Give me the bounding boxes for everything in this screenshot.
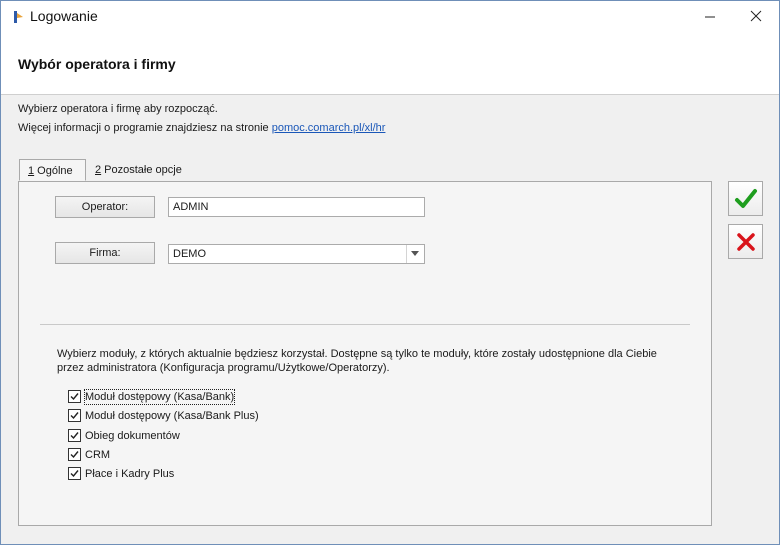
tab-general-label: Ogólne (34, 165, 73, 177)
info-help-prefix: Więcej informacji o programie znajdziesz… (18, 122, 272, 134)
module-label: Płace i Kadry Plus (85, 468, 175, 480)
module-label: Moduł dostępowy (Kasa/Bank) (83, 389, 236, 405)
login-window: Logowanie Wybór operatora i firmy Wybier… (0, 0, 780, 545)
ok-button[interactable] (728, 181, 763, 216)
checkbox[interactable] (68, 467, 81, 480)
minimize-button[interactable] (687, 1, 733, 32)
help-link[interactable]: pomoc.comarch.pl/xl/hr (272, 122, 386, 134)
modules-hint: Wybierz moduły, z których aktualnie będz… (57, 348, 657, 374)
operator-button[interactable]: Operator: (55, 196, 155, 218)
tab-other-options[interactable]: 2 Pozostałe opcje (87, 159, 197, 181)
checkbox[interactable] (68, 390, 81, 403)
check-icon (70, 451, 79, 459)
window-title: Logowanie (30, 8, 98, 24)
app-icon (9, 9, 25, 25)
checkbox[interactable] (68, 429, 81, 442)
close-icon (750, 10, 762, 22)
checkbox[interactable] (68, 448, 81, 461)
cancel-button[interactable] (728, 224, 763, 259)
check-icon (70, 393, 79, 401)
minimize-icon (705, 16, 715, 18)
checkbox[interactable] (68, 409, 81, 422)
firma-select-value: DEMO (173, 248, 206, 260)
cross-icon (737, 233, 755, 251)
divider (40, 324, 690, 325)
firma-select[interactable]: DEMO (168, 244, 425, 264)
header-banner: Wybór operatora i firmy (1, 32, 779, 95)
tab-other-label: Pozostałe opcje (101, 164, 182, 176)
info-text-start: Wybierz operatora i firmę aby rozpocząć. (18, 103, 218, 115)
checkmark-icon (735, 189, 757, 208)
title-bar: Logowanie (1, 1, 779, 32)
firma-button[interactable]: Firma: (55, 242, 155, 264)
page-title: Wybór operatora i firmy (18, 56, 176, 72)
module-label: Obieg dokumentów (85, 430, 180, 442)
close-button[interactable] (733, 1, 779, 32)
check-icon (70, 432, 79, 440)
module-label: CRM (85, 449, 111, 461)
module-label: Moduł dostępowy (Kasa/Bank Plus) (85, 410, 259, 422)
tab-general[interactable]: 1 Ogólne (19, 159, 86, 181)
operator-field[interactable]: ADMIN (168, 197, 425, 217)
chevron-down-icon (411, 251, 419, 256)
dropdown-arrow-button[interactable] (406, 245, 424, 263)
check-icon (70, 470, 79, 478)
info-text-help: Więcej informacji o programie znajdziesz… (18, 122, 385, 134)
check-icon (70, 412, 79, 420)
